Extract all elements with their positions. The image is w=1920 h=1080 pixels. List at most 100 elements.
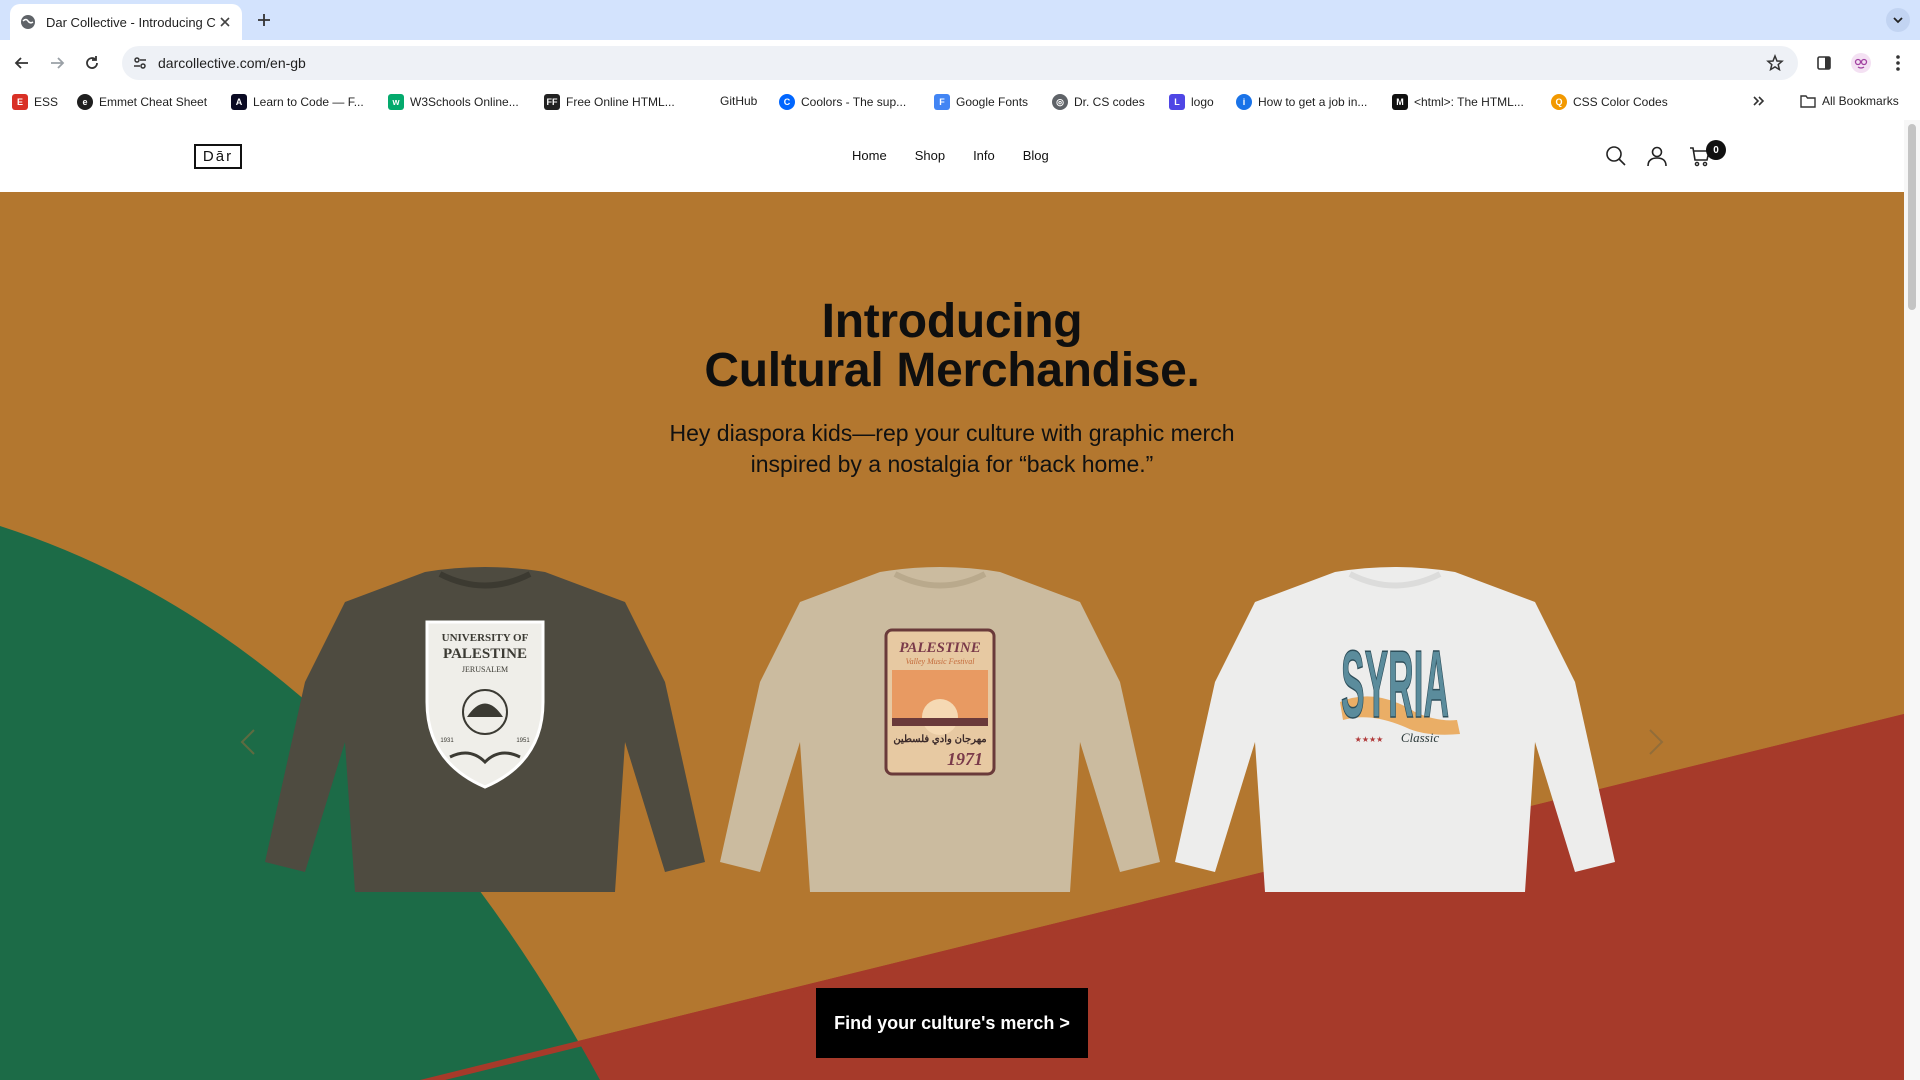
hero-title-line-1: Introducing bbox=[821, 295, 1083, 348]
html-editor-icon: FF bbox=[544, 94, 560, 110]
bookmark-label: Google Fonts bbox=[956, 95, 1029, 109]
product-palestine-music-festival[interactable]: PALESTINE Valley Music Festival مهرجان و… bbox=[720, 562, 1160, 902]
print-line-1: UNIVERSITY OF bbox=[442, 632, 529, 644]
bookmarks-bar: E ESS e Emmet Cheat Sheet A Learn to Code —… bbox=[0, 86, 1920, 118]
bookmark-mdn[interactable]: M <html>: The HTML... bbox=[1392, 94, 1524, 110]
info-site-icon: i bbox=[1236, 94, 1252, 110]
profile-button[interactable] bbox=[1849, 51, 1873, 75]
google-fonts-icon: F bbox=[934, 94, 950, 110]
bookmark-label: CSS Color Codes bbox=[1573, 95, 1668, 109]
hero-title-line-2: Cultural Merchandise. bbox=[704, 344, 1200, 397]
scrollbar-thumb[interactable] bbox=[1908, 124, 1916, 310]
carousel-prev-arrow-icon[interactable] bbox=[236, 722, 260, 762]
bookmark-label: Free Online HTML... bbox=[566, 95, 675, 109]
forward-button[interactable] bbox=[45, 51, 69, 75]
bookmark-google-fonts[interactable]: F Google Fonts bbox=[934, 94, 1028, 110]
bookmark-dr-cs-codes[interactable]: ◎ Dr. CS codes bbox=[1052, 94, 1145, 110]
new-tab-icon[interactable] bbox=[254, 10, 274, 30]
bookmark-github[interactable]: GitHub bbox=[720, 94, 757, 108]
folder-icon bbox=[1800, 95, 1816, 108]
bookmark-emmet[interactable]: e Emmet Cheat Sheet bbox=[77, 94, 207, 110]
bookmark-label: W3Schools Online... bbox=[410, 95, 519, 109]
logo-site-icon: L bbox=[1169, 94, 1185, 110]
bookmark-label: Dr. CS codes bbox=[1074, 95, 1145, 109]
bookmark-logo[interactable]: Llogo bbox=[1169, 94, 1214, 110]
mdn-icon: M bbox=[1392, 94, 1408, 110]
carousel-next-arrow-icon[interactable] bbox=[1644, 722, 1668, 762]
hero-subtitle: Hey diaspora kids—rep your culture with … bbox=[0, 418, 1904, 480]
nav-shop[interactable]: Shop bbox=[915, 148, 945, 163]
bookmark-html-editor[interactable]: FF Free Online HTML... bbox=[544, 94, 675, 110]
all-bookmarks-label: All Bookmarks bbox=[1822, 94, 1899, 108]
print-year-right: 1951 bbox=[516, 738, 530, 744]
hero-subtitle-line-2: inspired by a nostalgia for “back home.” bbox=[750, 451, 1154, 477]
reload-icon bbox=[86, 56, 98, 69]
globe-icon bbox=[21, 15, 35, 29]
forward-arrow-icon bbox=[51, 57, 65, 69]
product-syria-classic[interactable]: SYRIA ★★★★ Classic bbox=[1175, 562, 1615, 902]
site-header: Dār Home Shop Info Blog 0 bbox=[0, 120, 1904, 192]
print-year-left: 1931 bbox=[440, 738, 454, 744]
url-text[interactable]: darcollective.com/en-gb bbox=[158, 55, 306, 71]
side-panel-icon bbox=[1817, 56, 1831, 70]
bookmark-label: How to get a job in... bbox=[1258, 95, 1368, 109]
tab-search-button[interactable] bbox=[1886, 8, 1910, 32]
main-nav: Home Shop Info Blog bbox=[852, 148, 1049, 163]
close-tab-icon[interactable] bbox=[218, 15, 232, 29]
print-line-1: SYRIA bbox=[1341, 631, 1449, 738]
ess-icon: E bbox=[12, 94, 28, 110]
bookmark-label: ESS bbox=[34, 95, 59, 109]
bookmark-ess[interactable]: E ESS bbox=[12, 94, 58, 110]
browser-tabstrip: Dar Collective - Introducing C bbox=[0, 0, 1920, 40]
cart-count-badge: 0 bbox=[1706, 140, 1726, 160]
print-line-2: PALESTINE bbox=[443, 646, 527, 662]
search-icon[interactable] bbox=[1604, 144, 1628, 168]
back-arrow-icon bbox=[14, 57, 28, 69]
w3schools-icon: w bbox=[388, 94, 404, 110]
site-logo[interactable]: Dār bbox=[194, 144, 242, 169]
emmet-icon: e bbox=[77, 94, 93, 110]
page-scrollbar[interactable] bbox=[1904, 120, 1920, 1080]
address-bar[interactable]: darcollective.com/en-gb bbox=[122, 46, 1798, 80]
print-line-3: JERUSALEM bbox=[462, 665, 508, 674]
print-line-2: Classic bbox=[1401, 730, 1440, 745]
all-bookmarks-button[interactable]: All Bookmarks bbox=[1800, 94, 1899, 108]
bookmark-label: logo bbox=[1191, 95, 1214, 109]
more-bookmarks-button[interactable] bbox=[1752, 94, 1766, 108]
arabic-festival-text: مهرجان وادي فلسطين bbox=[893, 734, 986, 745]
nav-home[interactable]: Home bbox=[852, 148, 887, 163]
account-icon[interactable] bbox=[1645, 144, 1669, 168]
globe-icon: ◎ bbox=[1052, 94, 1068, 110]
hero-section: Introducing Cultural Merchandise. Hey di… bbox=[0, 192, 1904, 1080]
bookmark-label: Emmet Cheat Sheet bbox=[99, 95, 208, 109]
hero-title: Introducing Cultural Merchandise. bbox=[0, 297, 1904, 395]
site-settings-icon[interactable] bbox=[132, 55, 148, 71]
coolors-icon: C bbox=[779, 94, 795, 110]
bookmark-css-colors[interactable]: Q CSS Color Codes bbox=[1551, 94, 1668, 110]
back-button[interactable] bbox=[10, 51, 34, 75]
bookmark-label: Coolors - The sup... bbox=[801, 95, 907, 109]
horizon-palms bbox=[892, 718, 988, 726]
side-panel-button[interactable] bbox=[1812, 51, 1836, 75]
bookmark-label: GitHub bbox=[720, 94, 758, 108]
nav-blog[interactable]: Blog bbox=[1023, 148, 1049, 163]
double-chevron-right-icon bbox=[1753, 96, 1765, 106]
bookmark-label: Learn to Code — F... bbox=[253, 95, 364, 109]
freecodecamp-icon: A bbox=[231, 94, 247, 110]
product-university-of-palestine[interactable]: UNIVERSITY OF PALESTINE JERUSALEM 1931 1… bbox=[265, 562, 705, 902]
profile-avatar-icon bbox=[1851, 53, 1871, 73]
bookmark-star-icon[interactable] bbox=[1766, 54, 1784, 72]
bookmark-w3schools[interactable]: w W3Schools Online... bbox=[388, 94, 519, 110]
bookmark-label: <html>: The HTML... bbox=[1414, 95, 1524, 109]
browser-toolbar: darcollective.com/en-gb bbox=[0, 40, 1920, 86]
bookmark-coolors[interactable]: C Coolors - The sup... bbox=[779, 94, 906, 110]
find-merch-button[interactable]: Find your culture's merch > bbox=[816, 988, 1088, 1058]
bookmark-job-guide[interactable]: i How to get a job in... bbox=[1236, 94, 1367, 110]
nav-info[interactable]: Info bbox=[973, 148, 995, 163]
print-line-3: 1971 bbox=[947, 749, 983, 769]
bookmark-freecodecamp[interactable]: A Learn to Code — F... bbox=[231, 94, 364, 110]
browser-tab[interactable]: Dar Collective - Introducing C bbox=[10, 4, 242, 40]
chevron-down-icon bbox=[1893, 17, 1903, 24]
browser-menu-button[interactable] bbox=[1886, 51, 1910, 75]
reload-button[interactable] bbox=[80, 51, 104, 75]
